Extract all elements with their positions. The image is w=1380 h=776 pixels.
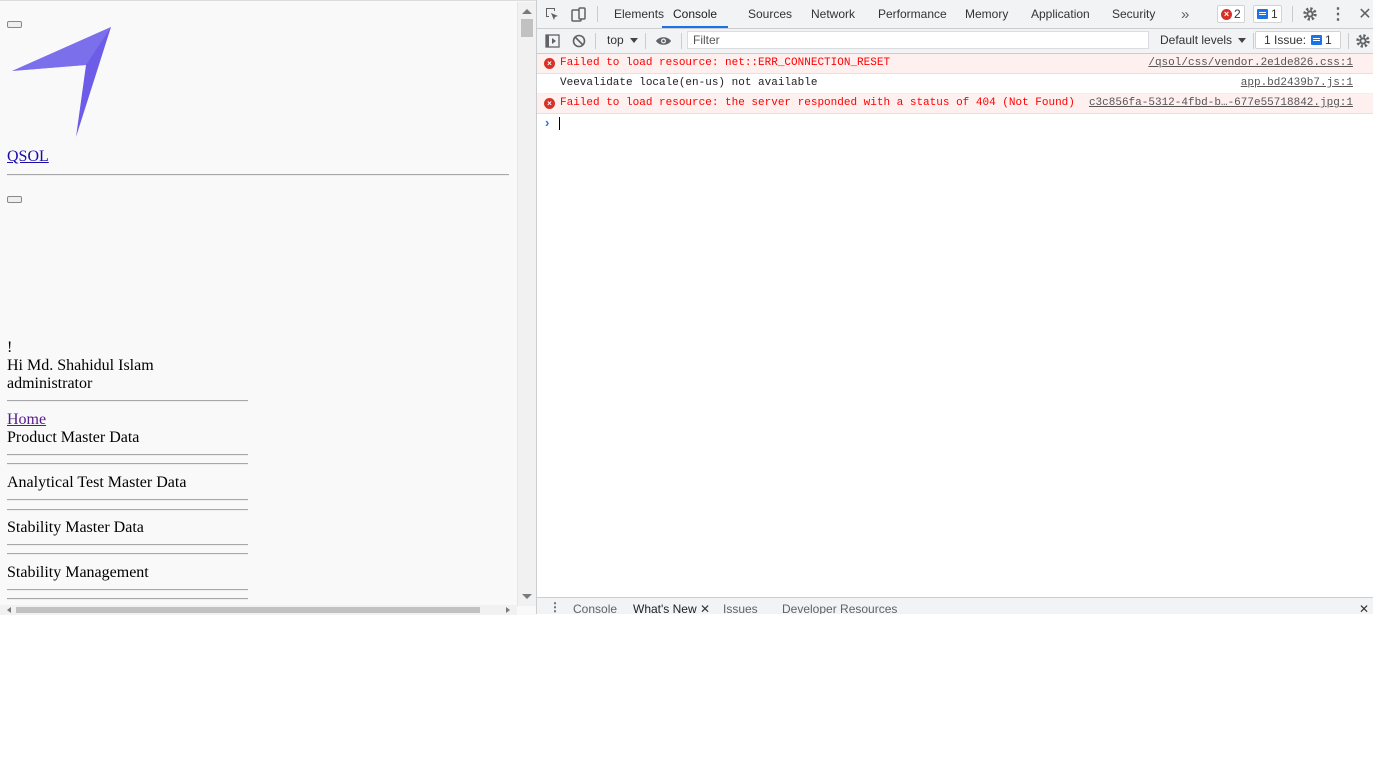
context-selector[interactable]: top (607, 33, 638, 47)
inspect-element-icon[interactable] (543, 5, 561, 23)
qsol-logo (12, 27, 111, 137)
message-source-link[interactable]: c3c856fa-5312-4fbd-b…-677e55718842.jpg:1 (1089, 94, 1353, 113)
sidebar-item-home[interactable]: Home (7, 411, 46, 429)
console-message: × Failed to load resource: the server re… (537, 94, 1373, 114)
divider (7, 400, 248, 402)
message-text: Veevalidate locale(en-us) not available (560, 77, 818, 89)
tab-application[interactable]: Application (1031, 0, 1090, 28)
console-message: × Failed to load resource: net::ERR_CONN… (537, 54, 1373, 74)
issues-label: 1 Issue: (1264, 33, 1307, 47)
devtools-panel: Elements Console Sources Network Perform… (536, 0, 1373, 614)
tab-console[interactable]: Console (662, 0, 729, 28)
scroll-up-icon[interactable] (522, 9, 532, 14)
message-count: 1 (1271, 7, 1278, 21)
issues-button[interactable]: 1 Issue: 1 (1255, 31, 1341, 49)
devtools-drawer-tabbar: ⋮ Console What's New ✕ Issues Developer … (537, 597, 1373, 614)
message-icon (1257, 9, 1268, 19)
log-levels-dropdown[interactable]: Default levels (1160, 33, 1247, 47)
toolbar-separator (1292, 6, 1293, 22)
qsol-home-link[interactable]: QSOL (7, 148, 49, 166)
close-drawer-icon[interactable]: ✕ (1359, 602, 1369, 614)
console-prompt[interactable]: › (537, 114, 1373, 132)
sidebar-item-analytical-test-master-data[interactable]: Analytical Test Master Data (7, 474, 186, 492)
context-label: top (607, 33, 624, 47)
toolbar-separator (1253, 33, 1254, 49)
tab-sources[interactable]: Sources (748, 0, 792, 28)
sidebar-item-stability-management[interactable]: Stability Management (7, 564, 149, 582)
message-text: Failed to load resource: the server resp… (560, 97, 1075, 109)
sidebar-toggle-button[interactable] (7, 196, 22, 203)
page-viewport: QSOL ! Hi Md. Shahidul Islam administrat… (0, 0, 536, 615)
devtools-tabbar: Elements Console Sources Network Perform… (537, 0, 1373, 29)
drawer-tab-console[interactable]: Console (573, 602, 617, 614)
error-icon: × (1221, 8, 1232, 20)
message-source-link[interactable]: /qsol/css/vendor.2e1de826.css:1 (1148, 54, 1353, 73)
tab-performance[interactable]: Performance (878, 0, 947, 28)
page-vertical-scrollbar[interactable] (517, 2, 536, 606)
toolbar-separator (681, 33, 682, 49)
divider (7, 598, 248, 600)
device-toolbar-icon[interactable] (569, 5, 587, 23)
console-filter-input[interactable] (687, 31, 1149, 49)
message-source-link[interactable]: app.bd2439b7.js:1 (1241, 74, 1353, 93)
scrollbar-thumb[interactable] (16, 607, 480, 613)
error-icon: × (544, 98, 555, 109)
drawer-tab-whats-new[interactable]: What's New ✕ (633, 602, 710, 614)
close-tab-icon[interactable]: ✕ (700, 602, 710, 614)
drawer-tab-developer-resources[interactable]: Developer Resources (782, 602, 897, 614)
console-toolbar: top Default levels 1 Issue: 1 (537, 29, 1373, 54)
sidebar-toggle-icon[interactable] (543, 32, 561, 50)
console-settings-gear-icon[interactable] (1354, 32, 1372, 50)
tab-elements[interactable]: Elements (614, 0, 664, 28)
user-greeting: Hi Md. Shahidul Islam (7, 357, 154, 374)
divider (7, 499, 248, 501)
scroll-right-icon[interactable] (506, 607, 510, 613)
tab-network[interactable]: Network (811, 0, 855, 28)
tab-security[interactable]: Security (1112, 0, 1155, 28)
more-tabs-icon[interactable]: » (1181, 0, 1189, 28)
divider (7, 454, 248, 456)
customize-menu-icon[interactable]: ⋮ (1329, 5, 1347, 23)
error-icon: × (544, 58, 555, 69)
text-caret (559, 117, 560, 130)
error-count-badge[interactable]: × 2 (1217, 5, 1245, 23)
message-text: Failed to load resource: net::ERR_CONNEC… (560, 57, 891, 69)
tab-memory[interactable]: Memory (965, 0, 1008, 28)
console-message: Veevalidate locale(en-us) not available … (537, 74, 1373, 94)
clear-console-icon[interactable] (570, 32, 588, 50)
divider (7, 509, 248, 511)
error-count: 2 (1234, 7, 1241, 21)
toolbar-separator (1348, 33, 1349, 49)
settings-gear-icon[interactable] (1301, 5, 1319, 23)
page-horizontal-scrollbar[interactable] (0, 605, 517, 615)
message-count-badge[interactable]: 1 (1253, 5, 1282, 23)
live-expression-eye-icon[interactable] (654, 32, 672, 50)
scrollbar-thumb[interactable] (521, 19, 533, 37)
close-devtools-icon[interactable]: ✕ (1356, 5, 1373, 23)
divider (7, 589, 248, 591)
chevron-down-icon (629, 38, 638, 43)
issues-count: 1 (1325, 33, 1332, 47)
chevron-down-icon (1238, 38, 1247, 43)
console-messages: × Failed to load resource: net::ERR_CONN… (537, 54, 1373, 114)
sidebar-item-stability-master-data[interactable]: Stability Master Data (7, 519, 144, 537)
sidebar-item-product-master-data[interactable]: Product Master Data (7, 429, 139, 447)
greeting-mark: ! (7, 339, 13, 356)
toolbar-separator (597, 6, 598, 22)
issue-icon (1311, 35, 1323, 45)
prompt-chevron-icon: › (545, 115, 550, 130)
scroll-left-icon[interactable] (7, 607, 11, 613)
divider (7, 544, 248, 546)
drawer-tab-whats-new-label: What's New (633, 602, 697, 614)
divider (7, 553, 248, 555)
user-role: administrator (7, 375, 93, 392)
log-levels-label: Default levels (1160, 33, 1233, 47)
drawer-tab-issues[interactable]: Issues (723, 602, 758, 614)
toolbar-separator (595, 33, 596, 49)
drawer-menu-icon[interactable]: ⋮ (549, 600, 561, 614)
scroll-down-icon[interactable] (522, 594, 532, 599)
divider (7, 174, 509, 176)
divider (7, 463, 248, 465)
toolbar-separator (645, 33, 646, 49)
